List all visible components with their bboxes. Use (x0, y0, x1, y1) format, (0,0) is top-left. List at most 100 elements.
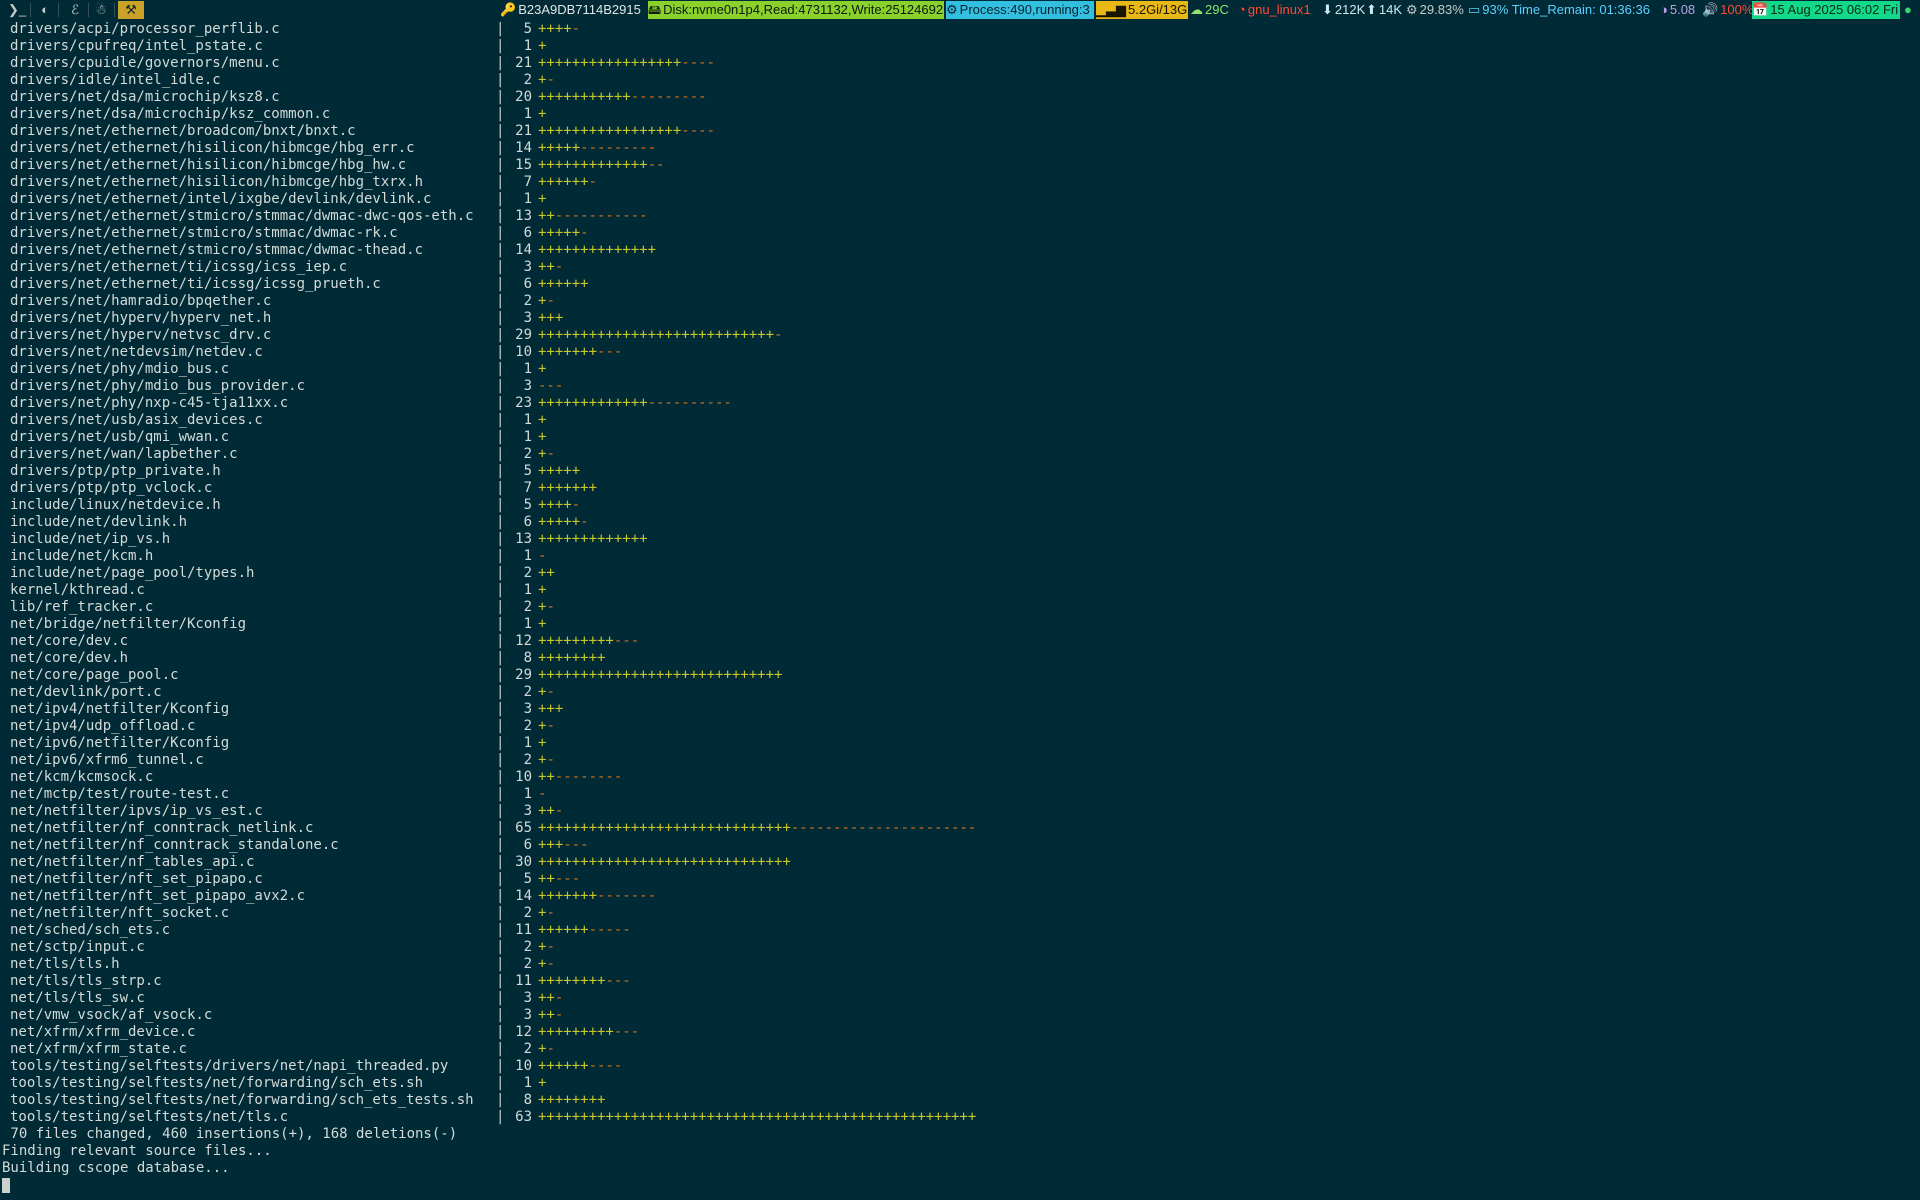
column-separator: | (496, 259, 505, 275)
column-separator: | (496, 837, 505, 853)
column-separator: | (496, 956, 505, 972)
change-count: 1 (523, 38, 532, 54)
diffstat-row: net/ipv6/xfrm6_tunnel.c | 2 +- (0, 752, 1920, 769)
file-path: drivers/net/ethernet/stmicro/stmmac/dwma… (10, 242, 424, 258)
diffstat-row: include/net/ip_vs.h | 13 +++++++++++++ (0, 531, 1920, 548)
insertions-bar: +++++++++++++++++ (538, 123, 682, 139)
deletions-bar: ---------------------- (790, 820, 977, 836)
deletions-bar: --- (597, 344, 623, 360)
workspace-browser-icon[interactable]: ◐ (34, 1, 56, 19)
file-path: net/xfrm/xfrm_device.c (10, 1024, 196, 1040)
file-path: drivers/net/ethernet/ti/icssg/icssg_prue… (10, 276, 381, 292)
change-count: 2 (523, 684, 532, 700)
change-count: 6 (523, 837, 532, 853)
file-path: drivers/cpufreq/intel_pstate.c (10, 38, 263, 54)
diffstat-row: drivers/net/dsa/microchip/ksz_common.c | 1… (0, 106, 1920, 123)
diffstat-row: include/net/page_pool/types.h | 2 ++ (0, 565, 1920, 582)
change-count: 1 (523, 106, 532, 122)
status-tray: ● (1904, 1, 1918, 19)
workspace-tools-icon[interactable]: ⚒ (118, 1, 144, 19)
deletions-bar: - (546, 905, 555, 921)
column-separator: | (496, 905, 505, 921)
insertions-bar: +++++++++++++ (538, 157, 648, 173)
file-path: drivers/net/netdevsim/netdev.c (10, 344, 263, 360)
file-path: include/linux/netdevice.h (10, 497, 221, 513)
insertions-bar: ++++++++ (538, 1092, 606, 1108)
change-bar: +++++++++--- (538, 1024, 639, 1041)
terminal-cursor (2, 1178, 10, 1193)
insertions-bar: ++++++++++++++++++++++++++++ (538, 327, 775, 343)
change-count: 5 (523, 871, 532, 887)
change-bar: ++--- (538, 871, 580, 888)
column-separator: | (496, 582, 505, 598)
change-bar: ++-------- (538, 769, 622, 786)
change-bar: +- (538, 446, 555, 463)
change-bar: ++++- (538, 21, 580, 38)
insertions-bar: +++++++ (538, 888, 598, 904)
file-path: net/tls/tls_sw.c (10, 990, 145, 1006)
diffstat-row: net/netfilter/ipvs/ip_vs_est.c | 3 ++- (0, 803, 1920, 820)
diffstat-row: net/core/dev.c | 12 +++++++++--- (0, 633, 1920, 650)
change-count: 21 (515, 123, 532, 139)
diffstat-row: net/ipv6/netfilter/Kconfig | 1 + (0, 735, 1920, 752)
deletions-bar: - (546, 599, 555, 615)
file-path: tools/testing/selftests/net/forwarding/s… (10, 1075, 424, 1091)
workspace-terminal-icon[interactable]: ❯_ (6, 1, 28, 19)
column-separator: | (496, 1092, 505, 1108)
terminal-window[interactable]: drivers/acpi/processor_perflib.c | 5 ++++- d… (0, 20, 1920, 1200)
status-message-building: Building cscope database... (2, 1160, 230, 1176)
diffstat-row: include/net/kcm.h | 1- (0, 548, 1920, 565)
file-path: net/ipv6/netfilter/Kconfig (10, 735, 230, 751)
change-bar: +- (538, 905, 555, 922)
change-count: 21 (515, 55, 532, 71)
deletions-bar: - (546, 72, 555, 88)
insertions-bar: +++++++++++++++++++++++++++++ (538, 667, 783, 683)
change-bar: ++++++++++++++++++++++++++++- (538, 327, 782, 344)
change-bar: ++++++++++++++ (538, 242, 656, 259)
diffstat-row: drivers/net/hyperv/hyperv_net.h | 3 +++ (0, 310, 1920, 327)
change-count: 6 (523, 276, 532, 292)
diffstat-row: drivers/net/hyperv/netvsc_drv.c | 29 ++++++… (0, 327, 1920, 344)
insertions-bar: +++++++++++ (538, 89, 631, 105)
change-bar: +- (538, 72, 555, 89)
column-separator: | (496, 446, 505, 462)
status-temp: ☁ 29C (1190, 1, 1238, 19)
change-bar: +- (538, 1041, 555, 1058)
column-separator: | (496, 242, 505, 258)
change-bar: + (538, 106, 546, 123)
change-count: 15 (515, 157, 532, 173)
change-bar: + (538, 429, 546, 446)
diffstat-row: net/netfilter/nft_socket.c | 2 +- (0, 905, 1920, 922)
file-path: drivers/net/phy/mdio_bus_provider.c (10, 378, 306, 394)
weather-icon: ☁ (1190, 2, 1203, 17)
insertions-bar: ++++++++++++++++++++++++++++++ (538, 854, 791, 870)
file-path: net/sched/sch_ets.c (10, 922, 171, 938)
workspace-tux-icon[interactable]: ☃ (90, 1, 112, 19)
deletions-bar: - (546, 956, 555, 972)
deletions-bar: - (774, 327, 783, 343)
change-count: 1 (523, 1075, 532, 1091)
insertions-bar: ++ (538, 871, 555, 887)
status-volume-text: 100% (1720, 2, 1752, 17)
diffstat-row: tools/testing/selftests/net/forwarding/s… (0, 1075, 1920, 1092)
diffstat-row: include/linux/netdevice.h | 5 ++++- (0, 497, 1920, 514)
deletions-bar: - (538, 786, 547, 802)
column-separator: | (496, 157, 505, 173)
column-separator: | (496, 480, 505, 496)
status-hostid: 🔑 B23A9DB7114B2915 (500, 1, 648, 19)
insertions-bar: + (538, 429, 547, 445)
column-separator: | (496, 429, 505, 445)
change-count: 7 (523, 480, 532, 496)
insertions-bar: + (538, 412, 547, 428)
workspace-emacs-icon[interactable]: ℰ (64, 1, 86, 19)
change-bar: +++++++ (538, 480, 597, 497)
change-count: 20 (515, 89, 532, 105)
change-count: 13 (515, 531, 532, 547)
column-separator: | (496, 89, 505, 105)
change-bar: +++++++++++--------- (538, 89, 707, 106)
diffstat-row: drivers/net/ethernet/intel/ixgbe/devlink… (0, 191, 1920, 208)
change-count: 3 (523, 1007, 532, 1023)
column-separator: | (496, 361, 505, 377)
change-count: 2 (523, 72, 532, 88)
deletions-bar: - (546, 752, 555, 768)
